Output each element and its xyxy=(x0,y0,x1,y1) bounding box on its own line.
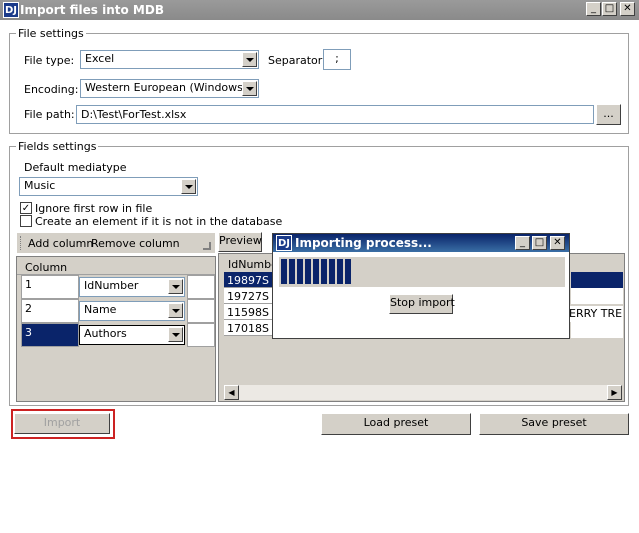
field-value: IdNumber xyxy=(84,279,139,292)
preview-rows: 19897S 19727S 11598S 17018S xyxy=(224,272,274,336)
progress-segment xyxy=(297,259,303,284)
columns-rows: 1 IdNumber 2 Name 3 Authors xyxy=(21,275,215,347)
progress-segment xyxy=(313,259,319,284)
row-filler xyxy=(187,299,215,323)
preview-header-cell xyxy=(571,256,623,270)
create-element-checkbox[interactable] xyxy=(20,215,32,227)
preview-selected-cell xyxy=(571,272,623,288)
row-filler xyxy=(187,323,215,347)
ignore-first-row-checkbox[interactable]: ✓ xyxy=(20,202,32,214)
remove-column-button[interactable]: Remove column xyxy=(91,237,180,250)
columns-toolbar: Add column Remove column xyxy=(17,233,215,253)
progress-segment xyxy=(337,259,343,284)
maximize-button[interactable]: □ xyxy=(602,2,617,16)
window-title-bar: DJ Import files into MDB _ □ ✕ xyxy=(0,0,639,20)
preview-cell xyxy=(571,322,623,338)
save-preset-button[interactable]: Save preset xyxy=(479,413,629,435)
progress-dialog-title: Importing process... xyxy=(295,236,432,250)
toolbar-overflow-icon[interactable] xyxy=(203,242,211,250)
encoding-select[interactable]: Western European (Windows) xyxy=(80,79,259,98)
column-header: Column xyxy=(17,257,215,275)
separator-label: Separator xyxy=(268,54,323,67)
file-path-label: File path: xyxy=(24,108,75,121)
progress-bar xyxy=(279,257,565,287)
browse-button[interactable]: ... xyxy=(596,104,621,125)
file-path-input[interactable]: D:\Test\ForTest.xlsx xyxy=(76,105,594,124)
create-element-label: Create an element if it is not in the da… xyxy=(35,215,283,228)
progress-segment xyxy=(289,259,295,284)
progress-segment xyxy=(329,259,335,284)
dialog-logo-icon: DJ xyxy=(276,235,292,251)
chevron-down-icon[interactable] xyxy=(242,81,257,96)
dialog-close-button[interactable]: ✕ xyxy=(550,236,565,250)
file-settings-title: File settings xyxy=(16,27,86,40)
load-preset-button[interactable]: Load preset xyxy=(321,413,471,435)
table-row[interactable]: 17018S xyxy=(224,320,274,336)
field-value: Name xyxy=(84,303,117,316)
field-select[interactable]: IdNumber xyxy=(79,277,185,297)
field-select[interactable]: Name xyxy=(79,301,185,321)
progress-fill xyxy=(281,259,351,284)
tab-preview[interactable]: Preview xyxy=(218,232,262,252)
chevron-down-icon[interactable] xyxy=(168,327,183,342)
table-row[interactable]: 2 Name xyxy=(21,299,215,323)
progress-segment xyxy=(345,259,351,284)
scroll-right-icon[interactable]: ▶ xyxy=(607,385,622,400)
window-title: Import files into MDB xyxy=(20,3,164,17)
progress-segment xyxy=(305,259,311,284)
default-mediatype-label: Default mediatype xyxy=(24,161,127,174)
mediatype-value: Music xyxy=(24,179,56,192)
field-value: Authors xyxy=(84,327,127,340)
preview-scrollbar[interactable]: ◀ ▶ xyxy=(224,385,622,400)
column-number: 1 xyxy=(21,275,79,299)
preview-overflow-cell: ERRY TREE xyxy=(569,306,623,322)
progress-dialog-titlebar: DJ Importing process... _ □ ✕ xyxy=(273,234,569,252)
progress-segment xyxy=(281,259,287,284)
table-row[interactable]: 11598S xyxy=(224,304,274,320)
encoding-label: Encoding: xyxy=(24,83,79,96)
chevron-down-icon[interactable] xyxy=(242,52,257,67)
row-filler xyxy=(187,275,215,299)
file-type-label: File type: xyxy=(24,54,75,67)
dialog-maximize-button[interactable]: □ xyxy=(532,236,547,250)
minimize-button[interactable]: _ xyxy=(586,2,601,16)
ignore-first-row-label: Ignore first row in file xyxy=(35,202,153,215)
scroll-left-icon[interactable]: ◀ xyxy=(224,385,239,400)
fields-settings-title: Fields settings xyxy=(16,140,99,153)
stop-import-button[interactable]: Stop import xyxy=(389,294,455,314)
add-column-button[interactable]: Add column xyxy=(28,237,93,250)
file-type-value: Excel xyxy=(85,52,115,65)
table-row[interactable]: 19727S xyxy=(224,288,274,304)
chevron-down-icon[interactable] xyxy=(168,279,183,294)
file-type-select[interactable]: Excel xyxy=(80,50,259,69)
preview-cell xyxy=(571,288,623,304)
close-button[interactable]: ✕ xyxy=(620,2,635,16)
encoding-value: Western European (Windows) xyxy=(85,81,248,94)
app-logo-icon: DJ xyxy=(3,2,19,18)
field-select[interactable]: Authors xyxy=(79,325,185,345)
chevron-down-icon[interactable] xyxy=(168,303,183,318)
columns-grid: Column 1 IdNumber 2 Name 3 Authors xyxy=(16,256,216,402)
mediatype-select[interactable]: Music xyxy=(19,177,198,196)
chevron-down-icon[interactable] xyxy=(181,179,196,194)
import-button[interactable]: Import xyxy=(14,413,110,434)
table-row[interactable]: 1 IdNumber xyxy=(21,275,215,299)
progress-dialog: DJ Importing process... _ □ ✕ Stop impor… xyxy=(272,233,570,339)
toolbar-grip-icon xyxy=(20,236,22,250)
preview-header: IdNumbe xyxy=(228,258,276,271)
separator-input[interactable]: ; xyxy=(323,49,351,70)
table-row[interactable]: 19897S xyxy=(224,272,274,288)
column-number: 3 xyxy=(21,323,79,347)
progress-segment xyxy=(321,259,327,284)
column-number: 2 xyxy=(21,299,79,323)
table-row[interactable]: 3 Authors xyxy=(21,323,215,347)
dialog-minimize-button[interactable]: _ xyxy=(515,236,530,250)
